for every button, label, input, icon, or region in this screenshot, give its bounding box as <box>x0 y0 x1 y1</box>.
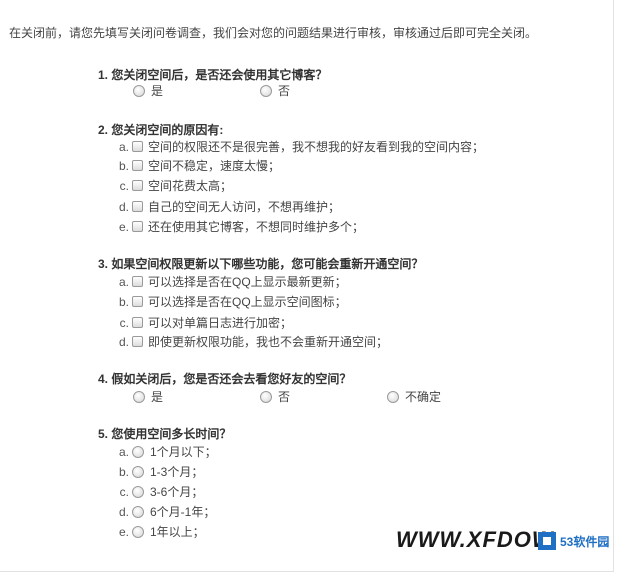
q2-option-b[interactable]: b. 空间不稳定，速度太慢； <box>113 157 280 174</box>
option-letter: e. <box>118 219 129 234</box>
question-1-title: 1. 您关闭空间后，是否还会使用其它博客？ <box>98 68 328 82</box>
radio-button[interactable] <box>260 390 272 403</box>
q4-option-unsure[interactable]: 不确定 <box>387 388 441 405</box>
question-5-title: 5. 您使用空间多长时间？ <box>98 427 232 441</box>
intro-text: 在关闭前，请您先填写关闭问卷调查，我们会对您的问题结果进行审核，审核通过后即可完… <box>9 26 538 40</box>
q2-option-e[interactable]: e. 还在使用其它博客，不想同时维护多个； <box>113 218 364 235</box>
option-label: 3-6个月； <box>150 485 204 499</box>
option-letter: b. <box>118 294 129 309</box>
q2-option-d[interactable]: d. 自己的空间无人访问，不想再维护； <box>113 198 340 215</box>
option-letter: d. <box>118 199 129 214</box>
checkbox[interactable] <box>132 160 143 171</box>
radio-button[interactable] <box>133 84 145 97</box>
option-letter: c. <box>119 484 129 499</box>
option-label: 不确定 <box>405 390 442 404</box>
option-label: 1个月以下； <box>150 445 217 459</box>
option-label: 1年以上； <box>150 525 205 539</box>
q3-option-b[interactable]: b. 可以选择是否在QQ上显示空间图标； <box>113 293 347 310</box>
option-label: 可以选择是否在QQ上显示最新更新； <box>148 275 347 289</box>
option-label: 可以选择是否在QQ上显示空间图标； <box>148 295 347 309</box>
q2-option-a[interactable]: a. 空间的权限还不是很完善，我不想我的好友看到我的空间内容； <box>113 138 484 155</box>
option-label: 6个月-1年； <box>150 505 216 519</box>
radio-button[interactable] <box>260 84 272 97</box>
checkbox[interactable] <box>132 276 143 287</box>
radio-button[interactable] <box>132 445 144 458</box>
q5-option-e[interactable]: e. 1年以上； <box>113 523 205 540</box>
radio-button[interactable] <box>132 505 144 518</box>
option-label: 否 <box>278 390 291 404</box>
checkbox[interactable] <box>132 317 143 328</box>
checkbox[interactable] <box>132 221 143 232</box>
option-letter: d. <box>118 334 129 349</box>
survey-panel: 在关闭前，请您先填写关闭问卷调查，我们会对您的问题结果进行审核，审核通过后即可完… <box>0 0 614 572</box>
q1-option-yes[interactable]: 是 <box>133 82 163 99</box>
option-letter: e. <box>118 524 129 539</box>
question-3-title: 3. 如果空间权限更新以下哪些功能，您可能会重新开通空间？ <box>98 257 424 271</box>
option-label: 1-3个月； <box>150 465 204 479</box>
checkbox[interactable] <box>132 336 143 347</box>
radio-button[interactable] <box>133 390 145 403</box>
option-label: 还在使用其它博客，不想同时维护多个； <box>148 220 365 234</box>
q2-option-c[interactable]: c. 空间花费太高； <box>113 177 232 194</box>
option-label: 否 <box>278 84 291 98</box>
radio-button[interactable] <box>132 525 144 538</box>
question-2-title: 2. 您关闭空间的原因有: <box>98 123 224 137</box>
q5-option-c[interactable]: c. 3-6个月； <box>113 483 204 500</box>
q4-option-yes[interactable]: 是 <box>133 388 163 405</box>
option-label: 是 <box>151 84 164 98</box>
q3-option-d[interactable]: d. 即使更新权限功能，我也不会重新开通空间； <box>113 333 388 350</box>
q4-option-no[interactable]: 否 <box>260 388 290 405</box>
watermark-text: WWW.XFDOW <box>396 527 554 552</box>
checkbox[interactable] <box>132 296 143 307</box>
option-letter: d. <box>118 504 129 519</box>
option-letter: a. <box>118 444 129 459</box>
option-letter: c. <box>119 178 129 193</box>
q5-option-d[interactable]: d. 6个月-1年； <box>113 503 215 520</box>
q3-option-a[interactable]: a. 可以选择是否在QQ上显示最新更新； <box>113 273 347 290</box>
checkbox[interactable] <box>132 141 143 152</box>
q1-option-no[interactable]: 否 <box>260 82 290 99</box>
option-letter: a. <box>118 274 129 289</box>
option-letter: b. <box>118 464 129 479</box>
radio-button[interactable] <box>387 390 399 403</box>
option-label: 即使更新权限功能，我也不会重新开通空间； <box>148 335 389 349</box>
q5-option-a[interactable]: a. 1个月以下； <box>113 443 217 460</box>
option-label: 是 <box>151 390 164 404</box>
option-label: 空间的权限还不是很完善，我不想我的好友看到我的空间内容； <box>148 140 485 154</box>
logo-square-icon <box>538 532 556 550</box>
option-label: 空间不稳定，速度太慢； <box>148 159 281 173</box>
option-letter: b. <box>118 158 129 173</box>
option-letter: c. <box>119 315 129 330</box>
checkbox[interactable] <box>132 180 143 191</box>
option-letter: a. <box>118 139 129 154</box>
checkbox[interactable] <box>132 201 143 212</box>
option-label: 可以对单篇日志进行加密； <box>148 316 293 330</box>
question-4-title: 4. 假如关闭后，您是否还会去看您好友的空间？ <box>98 372 352 386</box>
q3-option-c[interactable]: c. 可以对单篇日志进行加密； <box>113 314 292 331</box>
option-label: 自己的空间无人访问，不想再维护； <box>148 200 341 214</box>
q5-option-b[interactable]: b. 1-3个月； <box>113 463 203 480</box>
site-logo: 53软件园 <box>538 528 614 554</box>
option-label: 空间花费太高； <box>148 179 233 193</box>
radio-button[interactable] <box>132 485 144 498</box>
radio-button[interactable] <box>132 465 144 478</box>
logo-name: 53软件园 <box>560 534 610 549</box>
